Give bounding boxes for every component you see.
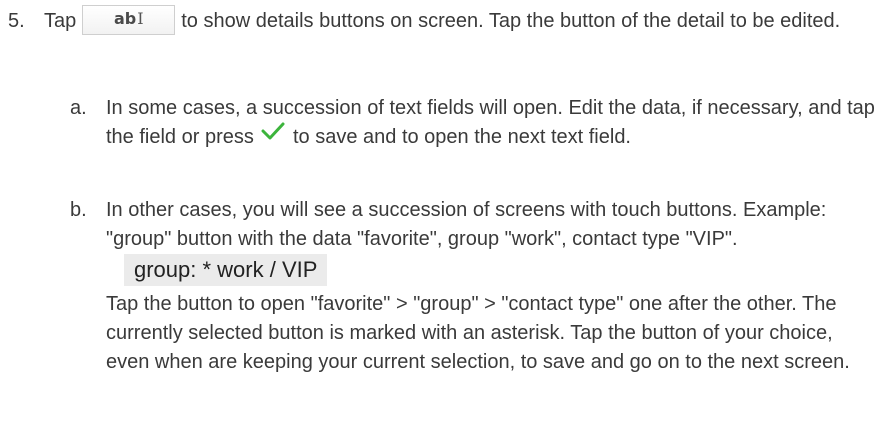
instruction-page: 5. Tap abI to show details buttons on scre… [0, 0, 882, 423]
sub-a-text-after-check: to save and to open the next text field. [292, 126, 631, 148]
sub-step-b-body: In other cases, you will see a successio… [106, 196, 880, 377]
sub-b-text: In other cases, you will see a successio… [106, 199, 827, 250]
step-number: 5. [8, 10, 25, 32]
sub-step-b-paragraph-2: Tap the button to open "favorite" > "gro… [106, 293, 850, 373]
checkmark-icon [261, 121, 285, 150]
step-5: 5. Tap abI to show details buttons on scre… [8, 4, 878, 36]
sub-step-a-text: In some cases, a succession of text fiel… [106, 94, 880, 152]
sub-step-b-letter: b. [70, 199, 87, 221]
sub-step-b: b. In other cases, you will see a succes… [70, 196, 880, 377]
step-5-text: Tap abI to show details buttons on screen.… [44, 4, 878, 36]
step-text-before-icon: Tap [44, 10, 77, 32]
sub-step-b-text: In other cases, you will see a successio… [106, 196, 880, 286]
step-text-after-icon: to show details buttons on screen. Tap t… [181, 10, 841, 32]
sub-step-a: a. In some cases, a succession of text f… [70, 94, 880, 152]
group-example-button[interactable]: group: * work / VIP [124, 254, 328, 286]
text-edit-icon[interactable]: abI [82, 4, 176, 35]
sub-step-a-letter: a. [70, 97, 87, 119]
text-cursor-icon: I [137, 8, 144, 28]
text-edit-icon-label: ab [113, 8, 137, 28]
